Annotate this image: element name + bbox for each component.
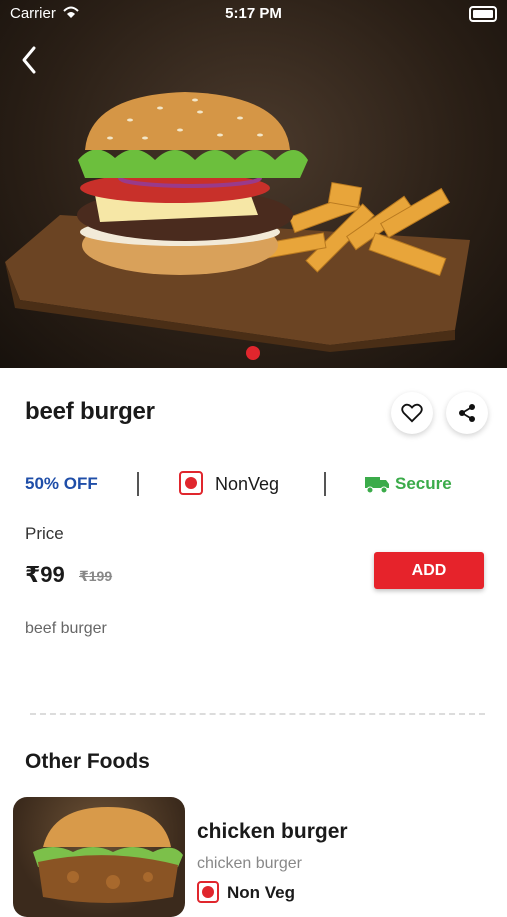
price-label: Price <box>25 524 64 543</box>
food-card-name: chicken burger <box>197 820 348 843</box>
add-button[interactable]: ADD <box>374 552 484 589</box>
product-hero-image: Carrier 5:17 PM <box>0 0 507 368</box>
secure-label: Secure <box>395 474 452 493</box>
chicken-burger-illustration <box>33 807 183 903</box>
food-card-type: Non Veg <box>227 883 296 902</box>
divider <box>324 472 326 496</box>
discount-label: 50% OFF <box>25 474 98 493</box>
original-price: ₹199 <box>79 568 113 584</box>
share-icon <box>459 404 475 422</box>
back-icon[interactable] <box>14 44 46 76</box>
product-info-row: 50% OFF NonVeg Secure <box>0 466 507 502</box>
nonveg-icon <box>179 471 203 495</box>
section-divider <box>30 713 485 715</box>
product-description: beef burger <box>25 620 107 637</box>
share-button[interactable] <box>446 392 488 434</box>
favorite-button[interactable] <box>391 392 433 434</box>
food-type-label: NonVeg <box>215 474 280 494</box>
price-value: ₹99 <box>25 562 65 587</box>
carousel-indicator <box>246 346 260 360</box>
burger-illustration <box>5 92 470 352</box>
divider <box>137 472 139 496</box>
heart-icon <box>401 403 423 423</box>
status-bar: Carrier 5:17 PM <box>0 0 507 28</box>
battery-icon <box>469 6 497 22</box>
status-time: 5:17 PM <box>225 5 282 22</box>
other-foods-title: Other Foods <box>25 750 150 773</box>
truck-icon <box>365 477 389 494</box>
food-card-description: chicken burger <box>197 855 302 872</box>
food-card-image <box>13 797 185 917</box>
product-title: beef burger <box>25 398 155 425</box>
